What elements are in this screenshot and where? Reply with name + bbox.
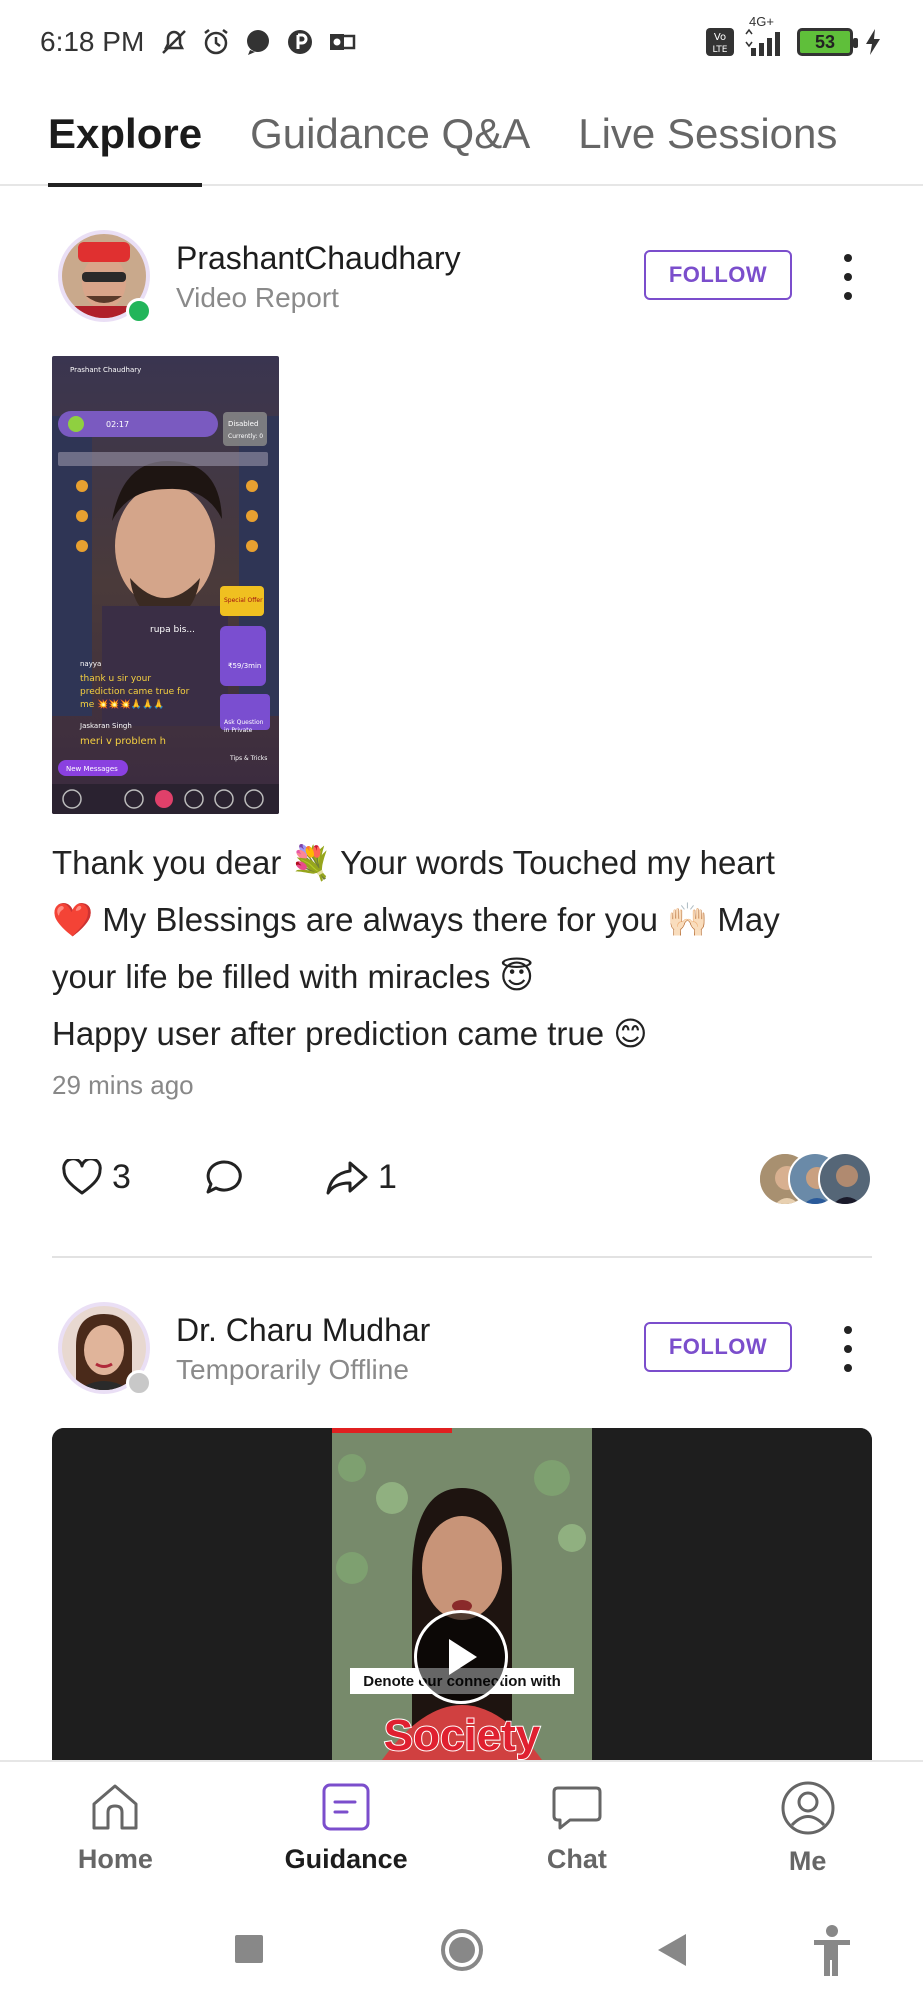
signal-indicator: 4G+	[745, 14, 787, 56]
network-type: 4G+	[749, 14, 774, 29]
post-header: Dr. Charu Mudhar Temporarily Offline FOL…	[0, 1302, 923, 1402]
tab-guidance-qa[interactable]: Guidance Q&A	[250, 83, 530, 185]
battery-indicator: 53	[797, 28, 858, 56]
video-overlay-title: Society	[384, 1711, 541, 1760]
profile-icon	[781, 1781, 835, 1835]
thumb-special-offer: Special Offer	[224, 597, 263, 604]
caption-line: ❤️ My Blessings are always there for you…	[52, 901, 780, 938]
thumb-price: ₹59/3min	[228, 662, 261, 670]
back-icon[interactable]	[654, 1932, 688, 1968]
author-avatar[interactable]	[58, 1302, 152, 1396]
follow-button[interactable]: FOLLOW	[644, 250, 792, 300]
thumb-comment1-name: nayya	[80, 660, 101, 668]
share-arrow-icon	[326, 1161, 368, 1194]
svg-text:me 💥💥💥🙏🙏🙏: me 💥💥💥🙏🙏🙏	[80, 698, 164, 710]
signal-icon	[745, 28, 780, 56]
status-bar: 6:18 PM Vo LTE 4G+ 53	[0, 0, 923, 84]
post-header: PrashantChaudhary Video Report FOLLOW	[0, 230, 923, 330]
svg-text:Vo: Vo	[714, 32, 726, 43]
nav-label: Me	[788, 1846, 827, 1876]
system-navigation-bar	[0, 1900, 923, 2000]
top-tabs: Explore Guidance Q&A Live Sessions	[0, 83, 923, 187]
tab-live-sessions[interactable]: Live Sessions	[578, 83, 837, 185]
nav-label: Guidance	[284, 1844, 408, 1874]
post-thumbnail[interactable]: Prashant Chaudhary 02:17 Disabled Curren…	[52, 356, 279, 814]
online-status-dot	[126, 298, 152, 324]
more-options-icon[interactable]	[836, 1322, 860, 1376]
tab-label: Live Sessions	[578, 110, 838, 157]
share-count: 1	[378, 1158, 397, 1196]
share-button[interactable]: 1	[326, 1158, 397, 1197]
post-actions: 3 1	[52, 1152, 872, 1208]
battery-level: 53	[814, 31, 836, 52]
volte-icon: Vo LTE	[706, 28, 734, 56]
app-notification-icon	[288, 30, 313, 54]
outlook-icon	[330, 34, 356, 50]
like-count: 3	[112, 1158, 131, 1196]
charging-icon	[866, 29, 880, 55]
author-avatar[interactable]	[58, 230, 152, 324]
post-caption: Thank you dear 💐 Your words Touched my h…	[52, 834, 882, 1062]
svg-text:thank u sir your: thank u sir your	[80, 674, 151, 684]
home-circle-icon[interactable]	[440, 1928, 484, 1972]
thumb-comment2-name: Jaskaran Singh	[79, 722, 132, 730]
svg-text:prediction came true for: prediction came true for	[80, 687, 190, 697]
svg-text:Ask Question: Ask Question	[224, 719, 264, 726]
caption-line: your life be filled with miracles 😇	[52, 958, 534, 995]
reactors-avatars[interactable]	[758, 1152, 878, 1208]
thumb-currently: Currently: 0	[228, 433, 263, 440]
offline-status-dot	[126, 1370, 152, 1396]
nav-label: Home	[77, 1844, 153, 1874]
post-timestamp: 29 mins ago	[52, 1070, 194, 1100]
post-divider	[52, 1256, 872, 1258]
recent-apps-icon[interactable]	[234, 1934, 264, 1964]
author-name[interactable]: Dr. Charu Mudhar	[176, 1312, 430, 1349]
home-icon	[92, 1784, 138, 1830]
availability-status: Temporarily Offline	[176, 1354, 409, 1385]
thumb-timer: 02:17	[106, 420, 129, 429]
thumb-header-name: Prashant Chaudhary	[70, 366, 141, 374]
nav-label: Chat	[546, 1844, 607, 1874]
bottom-navigation: Home Guidance Chat Me	[0, 1760, 923, 1900]
chat-icon	[552, 1786, 602, 1830]
thumb-comment2: meri v problem h	[80, 736, 166, 747]
play-icon	[449, 1639, 477, 1675]
accessibility-icon[interactable]	[810, 1924, 854, 1978]
message-icon	[247, 30, 270, 55]
author-name[interactable]: PrashantChaudhary	[176, 240, 461, 277]
tab-label: Guidance Q&A	[250, 110, 531, 157]
like-button[interactable]: 3	[62, 1158, 131, 1197]
guidance-icon	[322, 1783, 370, 1831]
alarm-icon	[204, 29, 229, 55]
comment-button[interactable]	[204, 1158, 244, 1196]
caption-line: Happy user after prediction came true 😊	[52, 1015, 648, 1052]
play-button[interactable]	[414, 1610, 508, 1704]
thumb-disabled: Disabled	[228, 420, 258, 428]
comment-icon	[206, 1160, 242, 1194]
mute-icon	[162, 30, 187, 54]
status-time: 6:18 PM	[40, 26, 145, 57]
reactor-avatar	[818, 1152, 872, 1206]
nav-home[interactable]: Home	[0, 1762, 231, 1900]
thumb-tips: Tips & Tricks	[229, 755, 267, 762]
caption-line: Thank you dear 💐 Your words Touched my h…	[52, 844, 775, 881]
thumb-user-rupa: rupa bis...	[150, 625, 195, 635]
thumb-new-messages: New Messages	[66, 765, 118, 773]
more-options-icon[interactable]	[836, 250, 860, 304]
nav-chat[interactable]: Chat	[462, 1762, 693, 1900]
follow-button[interactable]: FOLLOW	[644, 1322, 792, 1372]
svg-text:in Private: in Private	[224, 727, 253, 734]
video-player[interactable]: Denote our connection with Society	[52, 1428, 872, 1760]
svg-text:LTE: LTE	[713, 45, 728, 55]
nav-me[interactable]: Me	[692, 1762, 923, 1900]
nav-guidance[interactable]: Guidance	[231, 1762, 462, 1900]
heart-icon	[62, 1158, 102, 1194]
tab-label: Explore	[48, 110, 203, 157]
tab-explore[interactable]: Explore	[48, 83, 203, 187]
post-type-label: Video Report	[176, 282, 339, 313]
